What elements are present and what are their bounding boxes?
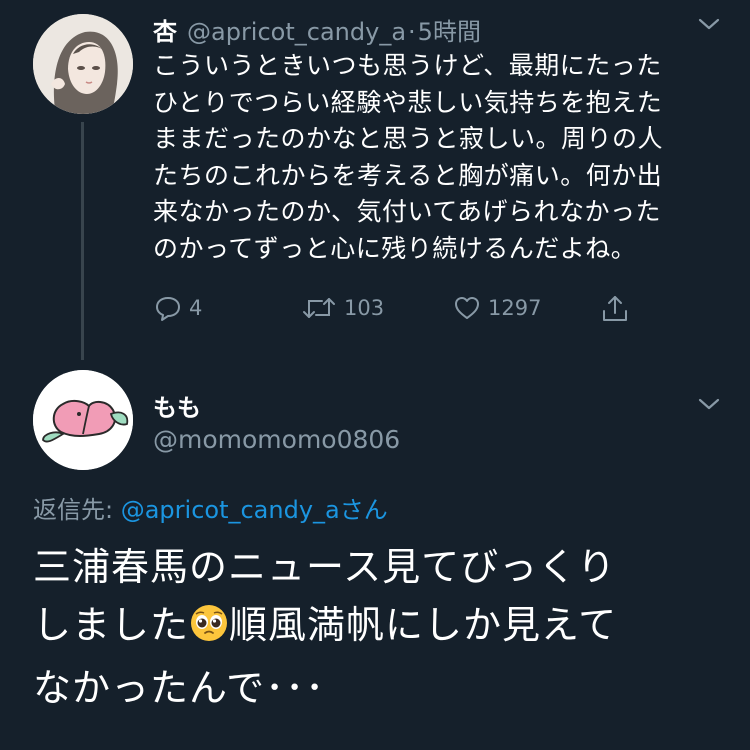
reply-to-line: 返信先: @apricot_candy_aさん bbox=[33, 490, 388, 525]
retweet-count: 103 bbox=[344, 296, 385, 320]
tweet1-body-line: 来なかったのか、気付いてあげられなかった bbox=[153, 197, 662, 226]
avatar-illustration bbox=[33, 14, 133, 114]
avatar-momo[interactable] bbox=[33, 370, 133, 470]
tweet1-body-line: たちのこれからを考えると胸が痛い。何か出 bbox=[153, 160, 663, 190]
tweet1-body-line: こういうときいつも思うけど、最期にたった bbox=[153, 51, 662, 80]
retweet-button[interactable]: 103 bbox=[300, 293, 384, 323]
tweet2-body: 三浦春馬のニュース見てびっくり しました 順風満帆にしか見えて なかったんで･･… bbox=[33, 538, 733, 717]
like-button[interactable]: 1297 bbox=[452, 293, 541, 323]
tweet1-display-name[interactable]: 杏 bbox=[153, 12, 177, 47]
reply-count: 4 bbox=[189, 296, 203, 320]
tweet1-body-line: ひとりでつらい経験や悲しい気持ちを抱えた bbox=[153, 87, 663, 117]
chevron-down-icon bbox=[698, 398, 720, 410]
tweet1-timestamp[interactable]: 5時間 bbox=[418, 12, 481, 47]
reply-to-prefix: 返信先: bbox=[33, 496, 121, 524]
tweet1-handle[interactable]: @apricot_candy_a bbox=[187, 18, 406, 46]
peach-avatar-illustration bbox=[33, 370, 133, 470]
tweet1-body-line: のかってずっと心に残り続けるんだよね。 bbox=[153, 233, 637, 263]
chevron-down-icon bbox=[698, 18, 720, 30]
tweet2-body-line: しました 順風満帆にしか見えて bbox=[33, 596, 733, 659]
reply-icon bbox=[156, 297, 180, 321]
reply-button[interactable]: 4 bbox=[153, 293, 202, 323]
tweet1-body: こういうときいつも思うけど、最期にたった ひとりでつらい経験や悲しい気持ちを抱え… bbox=[153, 48, 733, 267]
tweet1-header: 杏 @apricot_candy_a · 5時間 bbox=[153, 12, 481, 47]
pleading-face-icon bbox=[191, 605, 228, 641]
share-icon bbox=[603, 296, 627, 321]
avatar-apricot[interactable] bbox=[33, 14, 133, 114]
tweet2-body-segment: しました bbox=[33, 603, 190, 647]
tweet2-body-line: 三浦春馬のニュース見てびっくり bbox=[33, 545, 617, 589]
retweet-icon bbox=[303, 298, 335, 318]
like-count: 1297 bbox=[488, 296, 542, 320]
reply-to-suffix: さん bbox=[339, 496, 388, 524]
like-icon bbox=[455, 297, 479, 319]
share-button[interactable] bbox=[598, 291, 638, 325]
tweet2-display-name[interactable]: もも bbox=[153, 388, 201, 423]
pleading-face-emoji bbox=[189, 601, 229, 659]
tweet1-menu-chevron-icon[interactable] bbox=[697, 16, 721, 36]
tweet1-body-line: ままだったのかなと思うと寂しい。周りの人 bbox=[153, 124, 664, 153]
tweet2-body-segment: 順風満帆にしか見えて bbox=[229, 603, 618, 647]
tweet2-handle[interactable]: @momomomo0806 bbox=[153, 425, 400, 454]
tweet1-separator: · bbox=[408, 18, 416, 46]
thread-connector-line bbox=[81, 122, 84, 360]
tweet2-menu-chevron-icon[interactable] bbox=[697, 396, 721, 416]
tweet2-body-line: なかったんで･･･ bbox=[33, 666, 326, 710]
reply-to-mention-link[interactable]: @apricot_candy_a bbox=[121, 496, 340, 524]
